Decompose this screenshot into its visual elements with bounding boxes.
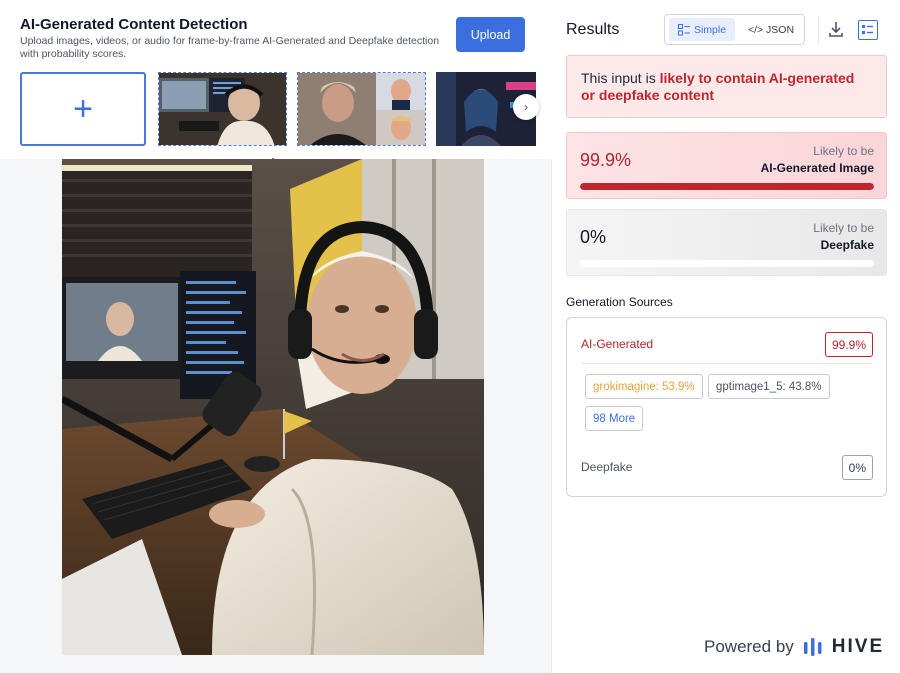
thumbnail-strip: + [20, 72, 552, 148]
ai-generated-caption: Likely to be AI-Generated Image [761, 143, 874, 177]
view-simple-label: Simple [693, 23, 727, 36]
view-json-tab[interactable]: </> JSON [741, 18, 801, 41]
thumbnail-2-image [298, 73, 425, 145]
view-simple-tab[interactable]: Simple [669, 18, 735, 41]
powered-by-footer: Powered by HIVE [704, 636, 884, 658]
deepfake-progress-track [580, 260, 874, 267]
hive-logo-icon [803, 638, 822, 656]
ai-generated-caption-bottom: AI-Generated Image [760, 161, 874, 175]
upload-button[interactable]: Upload [456, 17, 525, 52]
list-icon [677, 23, 690, 35]
results-title: Results [566, 21, 620, 38]
thumbnail-1[interactable] [158, 72, 287, 146]
source-chip-grokimagine[interactable]: grokimagine: 53.9% [585, 374, 703, 399]
ai-generated-score-card: 99.9% Likely to be AI-Generated Image [566, 132, 887, 199]
plus-icon: + [73, 90, 93, 128]
powered-by-text: Powered by [704, 637, 794, 656]
details-view-icon[interactable] [858, 20, 878, 40]
sources-ai-badge: 99.9% [824, 332, 873, 357]
verdict-banner: This input is likely to contain AI-gener… [566, 55, 887, 118]
sources-ai-label: AI-Generated [581, 337, 654, 351]
deepfake-caption-bottom: Deepfake [820, 238, 874, 252]
view-toggle: Simple </> JSON [664, 14, 805, 45]
page-title: AI-Generated Content Detection [20, 16, 248, 33]
preview-image [62, 159, 484, 655]
results-panel: Results Simple </> JSON This input is li… [552, 0, 900, 673]
deepfake-score-card: 0% Likely to be Deepfake [566, 209, 887, 276]
deepfake-caption-top: Likely to be [813, 221, 874, 235]
deepfake-score: 0% [580, 227, 607, 247]
next-thumbnails-button[interactable]: › [513, 94, 539, 120]
toolbar-divider [818, 16, 819, 44]
verdict-prefix: This input is [581, 70, 660, 86]
thumbnail-1-image [159, 73, 286, 145]
chevron-right-icon: › [524, 100, 528, 114]
source-chip-gptimage[interactable]: gptimage1_5: 43.8% [708, 374, 830, 399]
download-icon[interactable] [827, 20, 845, 38]
upload-header: AI-Generated Content Detection Upload im… [0, 0, 552, 159]
ai-generated-progress-track [580, 183, 874, 190]
hive-wordmark: HIVE [831, 636, 885, 657]
generation-sources-title: Generation Sources [566, 295, 673, 309]
left-panel: AI-Generated Content Detection Upload im… [0, 0, 552, 673]
sources-divider [581, 363, 873, 364]
deepfake-caption: Likely to be Deepfake [813, 220, 874, 254]
add-media-button[interactable]: + [20, 72, 146, 146]
page-subtitle: Upload images, videos, or audio for fram… [20, 35, 440, 60]
ai-generated-score: 99.9% [580, 150, 632, 170]
ai-generated-progress-fill [580, 183, 874, 190]
more-sources-button[interactable]: 98 More [585, 406, 644, 431]
ai-generated-caption-top: Likely to be [813, 144, 874, 158]
sources-deepfake-badge: 0% [841, 455, 873, 480]
details-view-glyph [862, 25, 873, 34]
generation-sources-card: AI-Generated 99.9% grokimagine: 53.9% gp… [566, 317, 887, 497]
media-preview [62, 159, 484, 655]
view-json-label: </> JSON [747, 23, 795, 36]
thumbnail-2[interactable] [297, 72, 426, 146]
sources-deepfake-label: Deepfake [581, 460, 633, 474]
